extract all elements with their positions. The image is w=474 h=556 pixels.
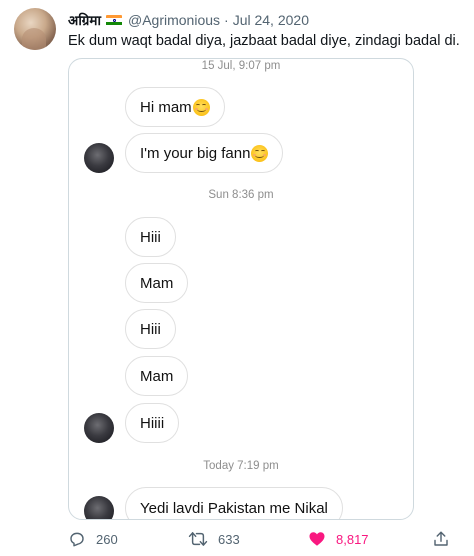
message-text: Mam xyxy=(140,274,174,292)
message-bubble: Hiii xyxy=(125,309,176,349)
message-bubble: Hi mam xyxy=(125,87,225,127)
message-bubble: Yedi lavdi Pakistan me Nikal xyxy=(125,487,343,519)
sender-avatar xyxy=(84,143,114,173)
smiling-face-icon xyxy=(251,144,269,162)
header-separator: · xyxy=(224,12,229,28)
message-bubble: Hiiii xyxy=(125,403,180,443)
message-text: Yedi lavdi Pakistan me Nikal xyxy=(140,499,328,517)
tweet-header: अग्रिमा @Agrimonious · Jul 24, 2020 xyxy=(68,10,309,30)
india-flag-icon xyxy=(106,14,122,26)
retweet-count: 633 xyxy=(218,531,240,547)
message-text: Hiiii xyxy=(140,414,165,432)
smiling-face-icon xyxy=(192,98,210,116)
message-bubble: Hiii xyxy=(125,217,176,257)
tweet-text: Ek dum waqt badal diya, jazbaat badal di… xyxy=(68,33,460,49)
reply-count: 260 xyxy=(96,531,118,547)
message-bubble: Mam xyxy=(125,356,189,396)
heart-icon xyxy=(309,532,325,546)
chat-timestamp: Today 7:19 pm xyxy=(203,460,279,472)
message-text: Hi mam xyxy=(140,98,192,116)
sender-avatar xyxy=(84,496,114,519)
tweet[interactable]: अग्रिमा @Agrimonious · Jul 24, 2020 Ek d… xyxy=(0,0,474,556)
share-button[interactable] xyxy=(432,528,450,550)
chat-timestamp: Sun 8:36 pm xyxy=(208,189,274,201)
like-button[interactable]: 8,817 xyxy=(308,528,369,550)
retweet-button[interactable]: 633 xyxy=(188,528,240,550)
reply-icon xyxy=(70,532,84,547)
like-count: 8,817 xyxy=(336,531,369,547)
author-avatar[interactable] xyxy=(14,8,56,50)
share-icon xyxy=(434,531,448,546)
tweet-actions: 260 633 8,817 xyxy=(68,528,458,550)
chat-timestamp: 15 Jul, 9:07 pm xyxy=(201,60,281,72)
author-handle[interactable]: @Agrimonious xyxy=(128,12,220,28)
message-text: I'm your big fann xyxy=(140,144,251,162)
message-text: Mam xyxy=(140,367,174,385)
retweet-icon xyxy=(188,532,208,546)
message-text: Hiii xyxy=(140,320,161,338)
chat-screenshot-image[interactable]: 15 Jul, 9:07 pm Hi mam I'm your big fann… xyxy=(68,58,414,520)
message-bubble: Mam xyxy=(125,263,189,303)
message-bubble: I'm your big fann xyxy=(125,133,284,173)
tweet-date[interactable]: Jul 24, 2020 xyxy=(233,12,309,28)
author-display-name[interactable]: अग्रिमा xyxy=(68,11,101,29)
message-text: Hiii xyxy=(140,228,161,246)
sender-avatar xyxy=(84,413,114,443)
reply-button[interactable]: 260 xyxy=(68,528,118,550)
